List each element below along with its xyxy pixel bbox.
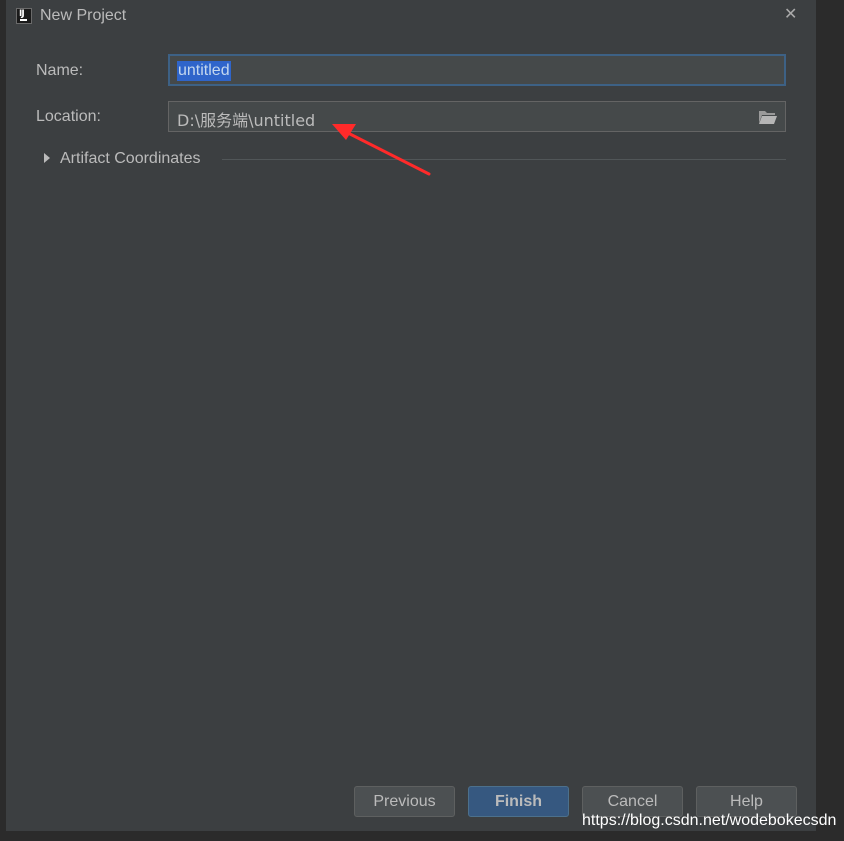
dialog-title: New Project <box>40 7 127 24</box>
watermark-text: https://blog.csdn.net/wodebokecsdn <box>582 812 837 829</box>
location-input[interactable]: D:\服务端\untitled <box>168 101 786 132</box>
previous-button[interactable]: Previous <box>354 786 455 817</box>
red-arrow-annotation <box>332 124 431 176</box>
name-input[interactable]: untitled <box>168 54 786 86</box>
location-input-value: D:\服务端\untitled <box>177 111 316 130</box>
location-label: Location: <box>36 108 101 125</box>
close-icon[interactable]: ✕ <box>784 4 797 23</box>
title-bar[interactable]: IJ New Project ✕ <box>6 0 816 32</box>
intellij-icon-text: IJ <box>19 9 25 19</box>
name-label: Name: <box>36 62 84 79</box>
name-input-value: untitled <box>177 61 231 81</box>
artifact-coordinates-toggle[interactable]: Artifact Coordinates <box>60 150 201 168</box>
intellij-icon: IJ <box>16 8 32 24</box>
folder-open-icon[interactable] <box>758 110 777 124</box>
expand-triangle-icon[interactable] <box>44 153 50 163</box>
new-project-dialog: IJ New Project ✕ Name: untitled Location… <box>6 0 816 831</box>
finish-button[interactable]: Finish <box>468 786 569 817</box>
section-divider <box>222 159 786 160</box>
